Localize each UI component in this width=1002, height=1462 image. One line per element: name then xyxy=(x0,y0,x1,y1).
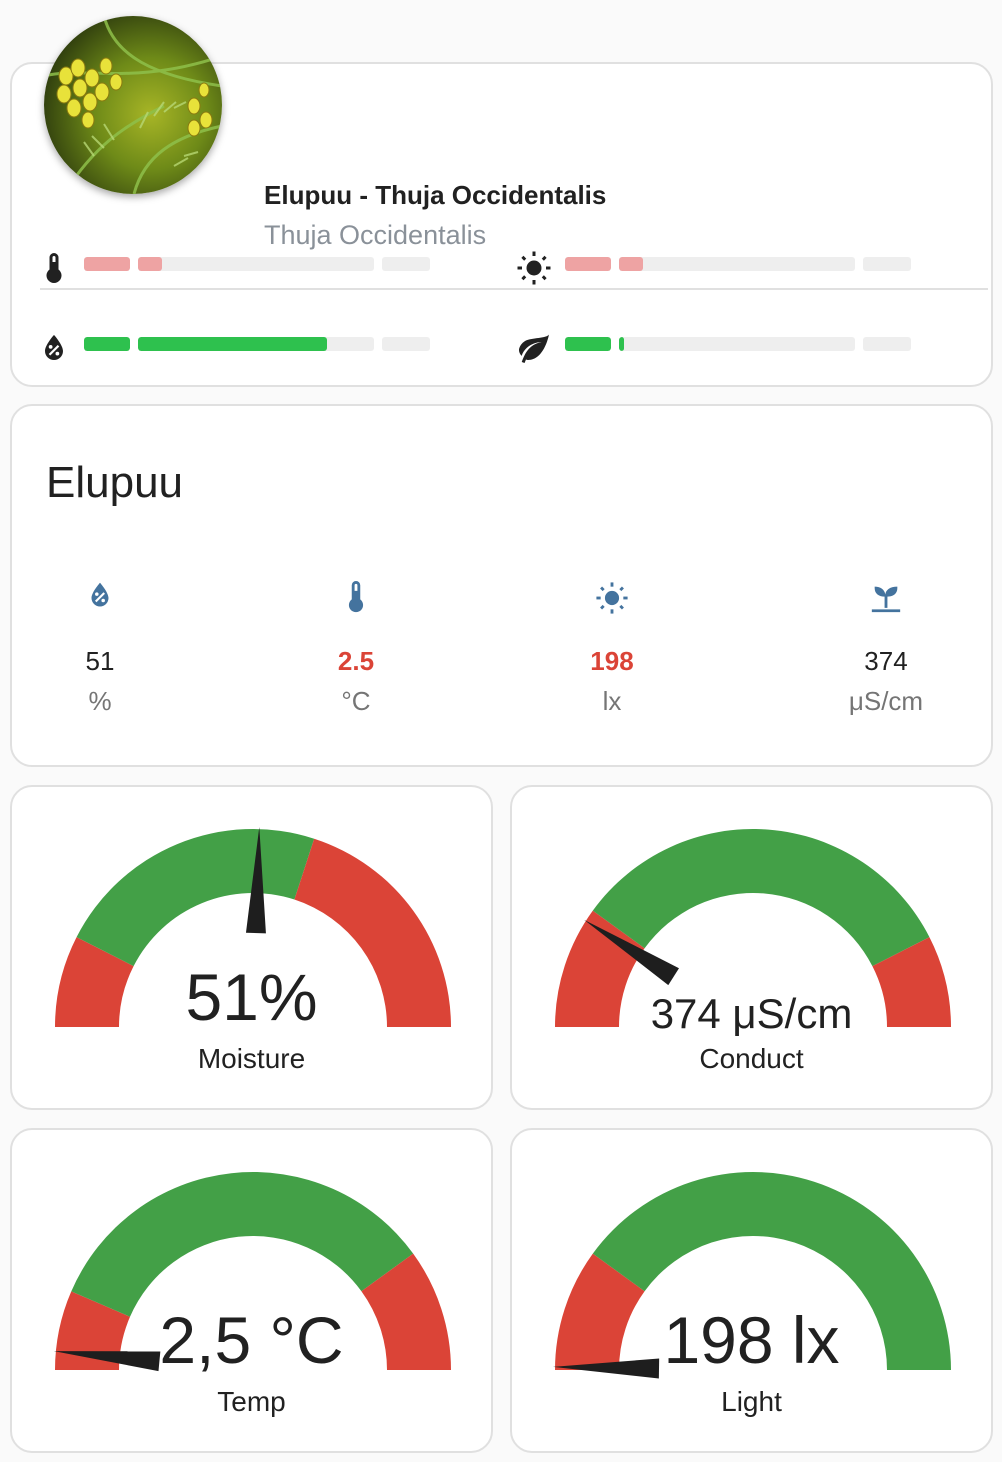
gauge-name: Light xyxy=(721,1386,782,1417)
plant-species: Thuja Occidentalis xyxy=(264,220,487,250)
gauge-segment-1 xyxy=(76,829,315,967)
moisture-range-bar xyxy=(138,337,374,351)
conductivity-value: 374 xyxy=(864,646,908,676)
illuminance-value: 198 xyxy=(590,646,634,676)
moisture-unit: % xyxy=(88,686,112,716)
sun-icon xyxy=(595,578,629,618)
gauge-card-light[interactable]: 198 lx Light xyxy=(510,1128,993,1453)
gauge-card-conduct[interactable]: 374 μS/cm Conduct xyxy=(510,785,993,1110)
gauge-value: 2,5 °C xyxy=(159,1303,344,1377)
leaf-icon xyxy=(516,330,552,366)
sensor-illuminance[interactable]: 198 lx xyxy=(512,578,712,716)
gauge-segment-1 xyxy=(71,1172,414,1317)
gauge-value: 198 lx xyxy=(663,1303,840,1377)
gauge-card-temp[interactable]: 2,5 °C Temp xyxy=(10,1128,493,1453)
gauge-name: Conduct xyxy=(699,1043,804,1074)
temperature-low-bar xyxy=(84,257,130,271)
sun-icon xyxy=(516,250,552,286)
temperature-high-bar xyxy=(382,257,430,271)
thermometer-icon xyxy=(339,578,373,618)
temperature-range-bar xyxy=(138,257,374,271)
illuminance-high-bar xyxy=(863,257,911,271)
conductivity-unit: μS/cm xyxy=(848,686,924,716)
temperature-value: 2.5 xyxy=(337,646,375,676)
gauge-name: Moisture xyxy=(197,1043,306,1074)
sensor-temperature[interactable]: 2.5 °C xyxy=(256,578,456,716)
moisture-low-bar xyxy=(84,337,130,351)
sensor-moisture[interactable]: 51 % xyxy=(0,578,200,716)
sensor-conductivity[interactable]: 374 μS/cm xyxy=(786,578,986,716)
illuminance-range-bar xyxy=(619,257,855,271)
sensor-card: Elupuu 51 % 2.5 °C 198 lx 374 μS/cm xyxy=(10,404,993,767)
sensor-card-title: Elupuu xyxy=(46,458,184,507)
conductivity-high-bar xyxy=(863,337,911,351)
temperature-unit: °C xyxy=(341,686,371,716)
conductivity-range-bar xyxy=(619,337,855,351)
gauge-card-moisture[interactable]: 51% Moisture xyxy=(10,785,493,1110)
illuminance-low-bar xyxy=(565,257,611,271)
water-percent-icon xyxy=(83,578,117,618)
moisture-high-bar xyxy=(382,337,430,351)
sprout-icon xyxy=(869,578,903,618)
thermometer-icon xyxy=(36,250,72,286)
gauge-name: Temp xyxy=(217,1386,286,1417)
conductivity-low-bar xyxy=(565,337,611,351)
moisture-value: 51 xyxy=(85,646,115,676)
gauge-value: 51% xyxy=(185,960,318,1034)
illuminance-unit: lx xyxy=(602,686,622,716)
water-percent-icon xyxy=(36,330,72,366)
plant-photo[interactable] xyxy=(44,16,222,194)
gauge-segment-1 xyxy=(592,829,930,967)
gauge-value: 374 μS/cm xyxy=(650,990,853,1037)
plant-name: Elupuu - Thuja Occidentalis xyxy=(264,180,607,210)
divider xyxy=(40,288,988,290)
